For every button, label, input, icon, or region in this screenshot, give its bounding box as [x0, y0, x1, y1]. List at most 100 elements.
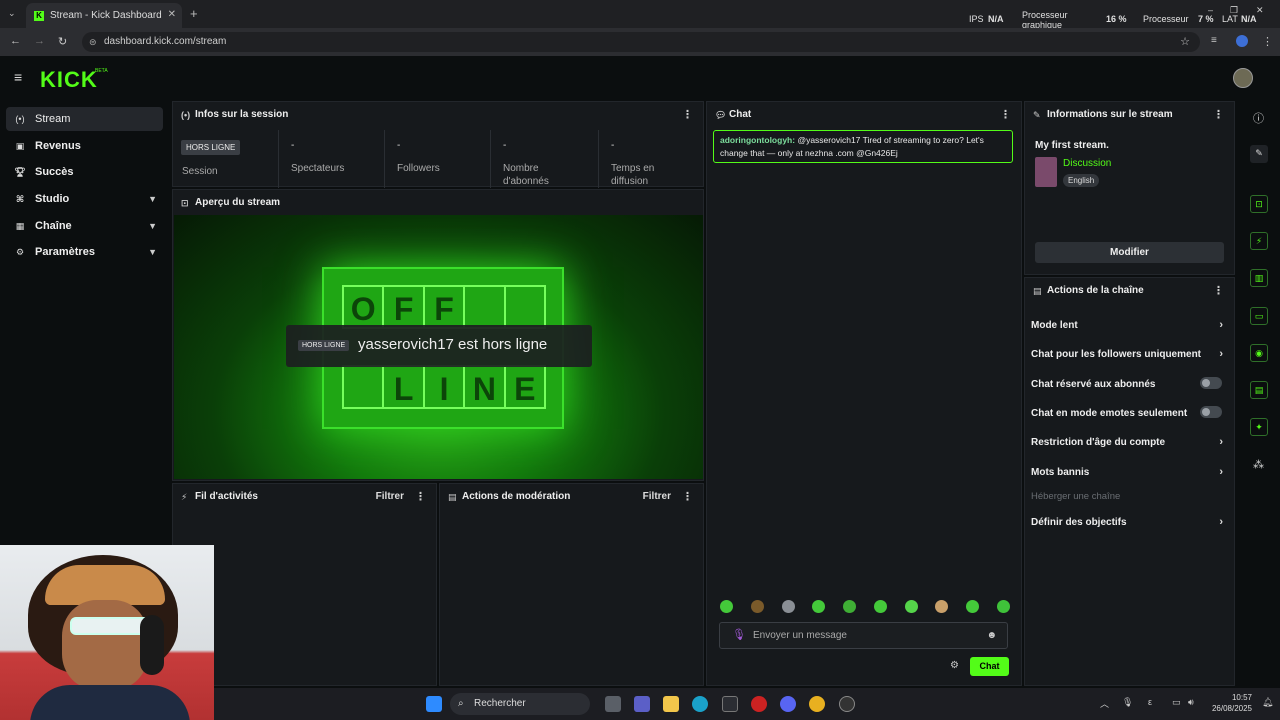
close-window-icon[interactable]: ✕	[1256, 5, 1264, 16]
emote-icon[interactable]	[966, 600, 980, 613]
user-avatar[interactable]	[1233, 68, 1253, 88]
windows-start-icon[interactable]	[426, 696, 442, 712]
emote-icon[interactable]	[996, 600, 1010, 613]
action-followers-only[interactable]: Chat pour les followers uniquement ›	[1031, 348, 1226, 360]
task-view-icon[interactable]	[605, 696, 621, 712]
discord-icon[interactable]	[780, 696, 796, 712]
bookmark-star-icon[interactable]: ☆	[1180, 32, 1190, 52]
action-slow-mode[interactable]: Mode lent ›	[1031, 319, 1226, 331]
file-explorer-icon[interactable]	[663, 696, 679, 712]
media-control-icon[interactable]: ≡	[1211, 35, 1217, 46]
emoji-picker-icon[interactable]: ☻	[986, 623, 997, 648]
channel-actions-header: ▤ Actions de la chaîne ⋮	[1025, 278, 1234, 304]
browser-menu-icon[interactable]: ⋮	[1262, 35, 1273, 48]
sidebar-item-succes[interactable]: 🏆︎ Succès	[6, 160, 163, 184]
subscribers-only-toggle[interactable]	[1200, 377, 1222, 389]
tab-title: Stream - Kick Dashboard	[50, 10, 162, 21]
chrome-icon[interactable]	[809, 696, 825, 712]
action-banned-words[interactable]: Mots bannis ›	[1031, 466, 1226, 478]
volume-icon[interactable]: 🔊︎	[1188, 697, 1194, 708]
more-options-icon[interactable]: ⋮	[1213, 278, 1224, 304]
more-options-icon[interactable]: ⋮	[1213, 102, 1224, 128]
action-set-goals[interactable]: Définir des objectifs ›	[1031, 516, 1226, 528]
emotes-only-toggle[interactable]	[1200, 406, 1222, 418]
chat-header: 💬︎ Chat ⋮	[707, 102, 1021, 128]
opera-icon[interactable]	[751, 696, 767, 712]
url-field[interactable]: ⊜ dashboard.kick.com/stream ☆	[82, 32, 1200, 52]
chat-message[interactable]: adoringontologyh: @yasserovich17 Tired o…	[713, 130, 1013, 163]
emote-icon[interactable]	[781, 600, 795, 613]
send-chat-button[interactable]: Chat	[970, 657, 1009, 676]
minimize-window-icon[interactable]: –	[1208, 5, 1213, 15]
customize-icon[interactable]: ⁂	[1253, 458, 1264, 471]
more-options-icon[interactable]: ⋮	[1000, 102, 1011, 128]
offline-badge: HORS LIGNE	[181, 140, 241, 155]
chat-settings-gear-icon[interactable]: ⚙	[950, 660, 959, 671]
tray-chevron-icon[interactable]: ︿	[1100, 697, 1109, 710]
sidebar-item-parametres[interactable]: ⚙ Paramètres ▼	[6, 240, 163, 264]
teams-icon[interactable]	[634, 696, 650, 712]
pencil-icon[interactable]: ✎	[1250, 145, 1268, 163]
perf-lat-value: N/A	[1241, 14, 1257, 24]
site-info-icon[interactable]: ⊜	[89, 32, 97, 52]
category-link[interactable]: Discussion	[1063, 158, 1111, 169]
new-tab-icon[interactable]: +	[190, 6, 198, 21]
back-arrow-icon[interactable]: ←	[10, 35, 21, 47]
more-options-icon[interactable]: ⋮	[415, 484, 426, 510]
taskbar-search-box[interactable]: ⌕ Rechercher	[450, 693, 590, 715]
filter-button[interactable]: Filtrer	[643, 484, 671, 510]
sign-cell: F	[384, 287, 425, 327]
hamburger-menu-icon[interactable]: ≡	[14, 69, 22, 85]
chat-username[interactable]: adoringontologyh:	[720, 135, 795, 145]
search-icon: ⌕	[458, 698, 464, 709]
wrench-icon[interactable]: ✦	[1250, 418, 1268, 436]
emote-icon[interactable]	[720, 600, 733, 613]
emote-icon[interactable]	[873, 600, 887, 613]
kick-favicon-icon: K	[34, 10, 44, 21]
document-icon[interactable]: ▥	[1250, 269, 1268, 287]
emote-icon[interactable]	[843, 600, 857, 613]
sidebar-item-revenus[interactable]: ▣ Revenus	[6, 134, 163, 158]
profile-avatar-icon[interactable]	[1236, 35, 1248, 47]
info-icon[interactable]: ⓘ	[1253, 110, 1264, 126]
emote-icon[interactable]	[904, 600, 918, 613]
reload-icon[interactable]: ↻	[58, 35, 67, 48]
stream-preview-video[interactable]: O F F L I N E HORS LIGNE yasserovich17 e…	[174, 215, 703, 479]
more-options-icon[interactable]: ⋮	[682, 102, 693, 128]
obs-icon[interactable]	[839, 696, 855, 712]
notification-bell-icon[interactable]: 🔔︎	[1262, 697, 1273, 708]
sidebar-item-studio[interactable]: ⌘ Studio ▼	[6, 187, 163, 211]
forward-arrow-icon[interactable]: →	[34, 35, 45, 47]
chat-bubble-icon[interactable]: ▭	[1250, 307, 1268, 325]
crop-icon[interactable]: ⊡	[1250, 195, 1268, 213]
tab-close-icon[interactable]: ✕	[168, 9, 176, 20]
sidebar-item-stream[interactable]: (•) Stream	[6, 107, 163, 131]
emote-icon[interactable]	[812, 600, 826, 613]
edit-stream-button[interactable]: Modifier	[1035, 242, 1224, 263]
network-icon[interactable]: ▭	[1172, 697, 1181, 708]
lightning-icon[interactable]: ⚡︎	[1250, 232, 1268, 250]
tab-list-chevron-icon[interactable]: ⌄	[8, 8, 16, 19]
list-icon[interactable]: ▤	[1250, 381, 1268, 399]
edge-icon[interactable]	[692, 696, 708, 712]
restore-window-icon[interactable]: ❐	[1230, 5, 1238, 16]
more-options-icon[interactable]: ⋮	[682, 484, 693, 510]
browser-tab-active[interactable]: K Stream - Kick Dashboard ✕	[26, 3, 182, 28]
microphone-icon[interactable]: 🎙︎	[732, 623, 746, 648]
stat-label: Session	[182, 166, 218, 177]
action-age-restriction[interactable]: Restriction d'âge du compte ›	[1031, 436, 1226, 448]
keyboard-layout-icon[interactable]: ε	[1148, 697, 1152, 707]
filter-button[interactable]: Filtrer	[376, 484, 404, 510]
store-icon[interactable]	[722, 696, 738, 712]
emote-icon[interactable]	[750, 600, 764, 613]
sidebar-item-chaine[interactable]: ▦ Chaîne ▼	[6, 214, 163, 238]
taskbar-time[interactable]: 10:57	[1226, 693, 1252, 702]
action-label: Héberger une chaîne	[1031, 491, 1121, 502]
kick-logo[interactable]: KICK	[40, 67, 98, 93]
emote-icon[interactable]	[935, 600, 949, 613]
taskbar-date[interactable]: 26/08/2025	[1206, 704, 1252, 713]
chat-message-input[interactable]: 🎙︎ Envoyer un message ☻	[719, 622, 1008, 649]
broadcast-icon[interactable]: ◉	[1250, 344, 1268, 362]
microphone-tray-icon[interactable]: 🎙︎	[1122, 697, 1133, 708]
action-host-channel: Héberger une chaîne	[1031, 491, 1226, 502]
